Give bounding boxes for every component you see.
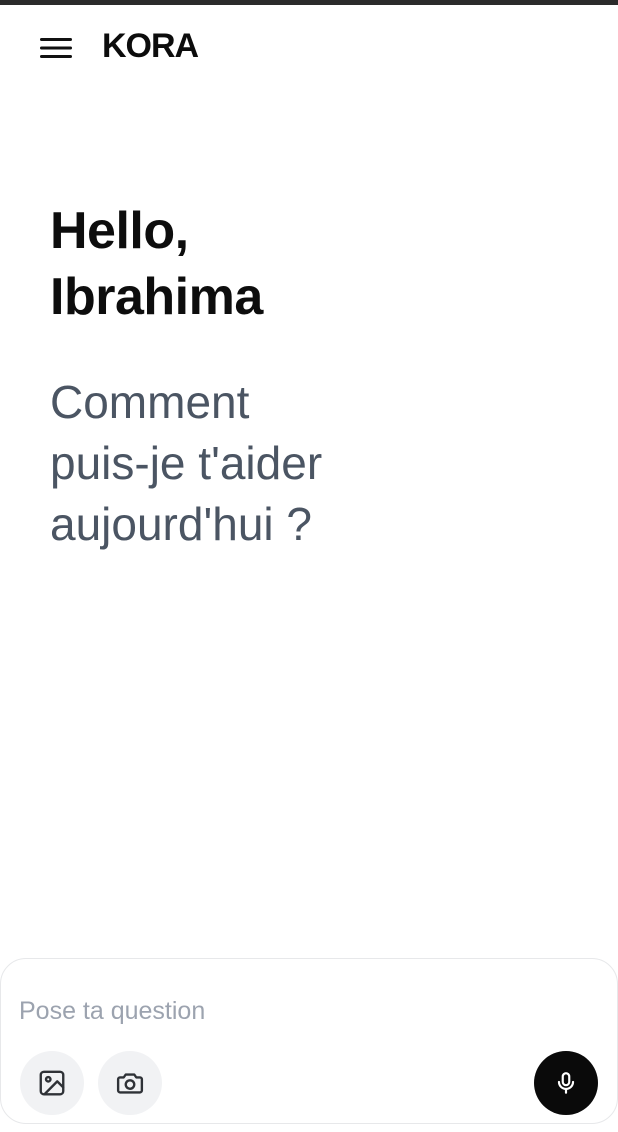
greeting-user-name: Ibrahima bbox=[50, 268, 263, 326]
help-prompt-line: Comment bbox=[50, 376, 250, 428]
greeting-heading: Hello, Ibrahima bbox=[50, 198, 570, 330]
help-prompt-line: aujourd'hui ? bbox=[50, 498, 312, 550]
help-prompt-text: Comment puis-je t'aider aujourd'hui ? bbox=[50, 372, 570, 555]
help-prompt-line: puis-je t'aider bbox=[50, 437, 323, 489]
message-composer bbox=[0, 958, 618, 1124]
greeting-line: Hello, bbox=[50, 202, 189, 260]
image-icon bbox=[39, 1070, 65, 1096]
microphone-icon bbox=[557, 1072, 575, 1094]
voice-input-button[interactable] bbox=[534, 1051, 598, 1115]
open-camera-button[interactable] bbox=[98, 1051, 162, 1115]
attach-image-button[interactable] bbox=[20, 1051, 84, 1115]
question-input[interactable] bbox=[19, 989, 579, 1033]
app-header: KORA bbox=[0, 5, 618, 91]
app-title: KORA bbox=[102, 27, 199, 65]
menu-button[interactable] bbox=[36, 31, 76, 65]
camera-icon bbox=[116, 1073, 144, 1094]
hamburger-menu-icon bbox=[40, 38, 72, 58]
chat-home-screen: KORA Hello, Ibrahima Comment puis-je t'a… bbox=[0, 0, 618, 1132]
